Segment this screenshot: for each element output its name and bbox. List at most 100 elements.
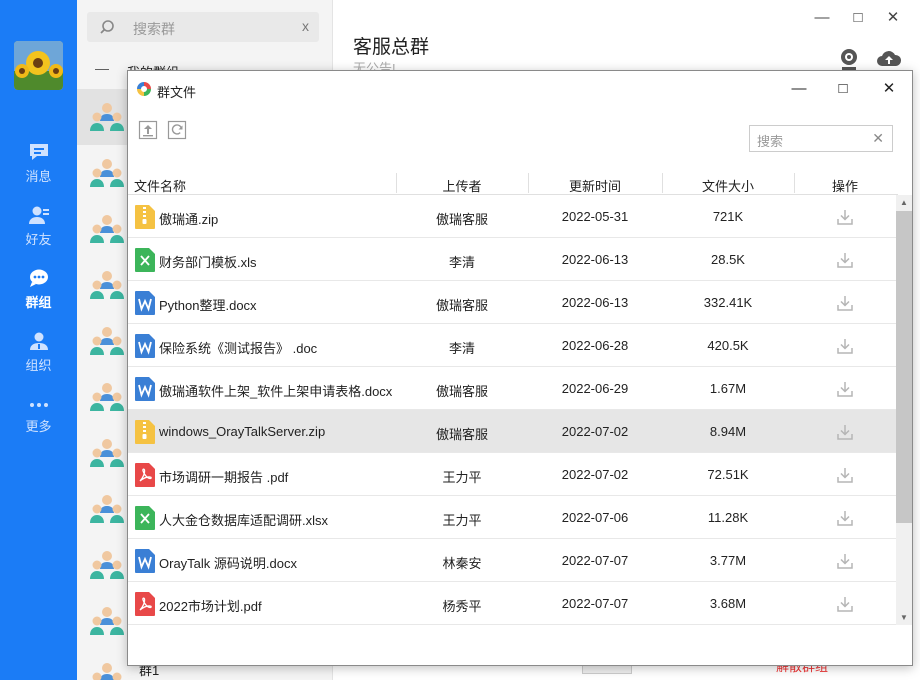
col-action: 操作 — [831, 179, 858, 194]
file-updated: 2022-05-31 — [561, 209, 629, 224]
dialog-close-button[interactable]: ✕ — [878, 80, 900, 98]
file-row[interactable]: windows_OrayTalkServer.zip 傲瑞客服 2022-07-02… — [128, 410, 896, 453]
window-close-button[interactable]: ✕ — [883, 8, 903, 28]
collapse-toggle[interactable]: — — [95, 60, 109, 76]
file-uploader: 傲瑞客服 — [435, 298, 488, 313]
file-name: 市场调研一期报告 .pdf — [159, 470, 289, 485]
pdf-file-icon — [135, 592, 155, 616]
group-search-placeholder: 搜索群 — [133, 21, 175, 37]
file-uploader: 王力平 — [442, 470, 482, 485]
file-search-box[interactable]: 搜索 ✕ — [749, 125, 893, 152]
cloud-upload-icon[interactable] — [876, 48, 902, 70]
file-uploader: 李清 — [448, 255, 475, 270]
dialog-maximize-button[interactable]: □ — [832, 80, 854, 98]
camera-icon[interactable] — [838, 48, 860, 72]
file-updated: 2022-07-02 — [561, 467, 629, 482]
dialog-title: 群文件 — [157, 85, 197, 100]
file-uploader: 杨秀平 — [442, 599, 482, 614]
download-icon[interactable] — [836, 423, 854, 441]
col-size[interactable]: 文件大小 — [662, 176, 794, 195]
col-file-name[interactable]: 文件名称 — [134, 176, 186, 195]
file-name: 保险系统《测试报告》 .doc — [159, 341, 318, 356]
download-icon[interactable] — [836, 294, 854, 312]
file-uploader: 傲瑞客服 — [435, 427, 488, 442]
scroll-down-arrow-icon[interactable]: ▼ — [900, 613, 908, 622]
dialog-titlebar[interactable]: 群文件 — □ ✕ — [128, 71, 912, 107]
dialog-minimize-button[interactable]: — — [788, 80, 810, 98]
window-minimize-button[interactable]: — — [812, 8, 832, 28]
group-search-box[interactable]: 搜索群 x — [87, 12, 319, 42]
excel-file-icon — [135, 506, 155, 530]
download-icon[interactable] — [836, 208, 854, 226]
download-icon[interactable] — [836, 337, 854, 355]
window-maximize-button[interactable]: □ — [848, 8, 868, 28]
file-row[interactable]: 傲瑞通.zip 傲瑞客服 2022-05-31 721K — [128, 195, 896, 238]
file-size: 3.77M — [709, 553, 747, 568]
nav-messages[interactable]: 消息 — [0, 142, 77, 185]
file-updated: 2022-07-06 — [561, 510, 629, 525]
file-row[interactable]: Python整理.docx 傲瑞客服 2022-06-13 332.41K — [128, 281, 896, 324]
search-icon — [100, 20, 114, 34]
file-row[interactable]: OrayTalk 源码说明.docx 林秦安 2022-07-07 3.77M — [128, 539, 896, 582]
file-size: 420.5K — [707, 338, 749, 353]
file-row[interactable]: 财务部门模板.xls 李清 2022-06-13 28.5K — [128, 238, 896, 281]
file-uploader: 林秦安 — [442, 556, 482, 571]
nav-more[interactable]: 更多 — [0, 398, 77, 435]
nav-organization[interactable]: 组织 — [0, 331, 77, 374]
file-uploader: 王力平 — [442, 513, 482, 528]
file-size: 8.94M — [709, 424, 747, 439]
chat-title: 客服总群 — [353, 37, 430, 58]
scroll-up-arrow-icon[interactable]: ▲ — [900, 198, 908, 207]
user-avatar[interactable] — [14, 41, 63, 90]
nav-messages-label: 消息 — [25, 169, 52, 184]
file-updated: 2022-07-02 — [561, 424, 629, 439]
nav-groups[interactable]: 群组 — [0, 268, 77, 311]
group-search-clear[interactable]: x — [302, 18, 309, 34]
file-size: 28.5K — [711, 252, 745, 267]
file-search-clear[interactable]: ✕ — [872, 130, 884, 147]
download-icon[interactable] — [836, 595, 854, 613]
left-nav: 消息 好友 群组 组织 更多 — [0, 0, 77, 680]
file-row[interactable]: 保险系统《测试报告》 .doc 李清 2022-06-28 420.5K — [128, 324, 896, 367]
group-avatar-icon — [90, 271, 124, 299]
download-icon[interactable] — [836, 552, 854, 570]
word-file-icon — [135, 291, 155, 315]
file-list-scrollbar[interactable]: ▲ ▼ — [896, 195, 912, 625]
group-files-dialog: 群文件 — □ ✕ 搜索 ✕ 文件名称 上传者 更新时间 文件大小 操作 傲瑞通… — [127, 70, 913, 666]
nav-friends[interactable]: 好友 — [0, 205, 77, 248]
file-name: 傲瑞通软件上架_软件上架申请表格.docx — [159, 384, 393, 399]
refresh-icon[interactable] — [167, 120, 187, 140]
col-uploader[interactable]: 上传者 — [396, 176, 528, 195]
group-avatar-icon — [90, 103, 124, 131]
download-icon[interactable] — [836, 380, 854, 398]
message-icon — [29, 144, 48, 160]
group-avatar-icon — [90, 607, 124, 635]
download-icon[interactable] — [836, 251, 854, 269]
file-updated: 2022-06-29 — [561, 381, 629, 396]
upload-icon[interactable] — [138, 120, 158, 140]
file-uploader: 傲瑞客服 — [435, 212, 488, 227]
scrollbar-thumb[interactable] — [896, 211, 912, 523]
group-avatar-icon — [92, 663, 122, 680]
download-icon[interactable] — [836, 466, 854, 484]
file-updated: 2022-06-28 — [561, 338, 629, 353]
file-updated: 2022-07-07 — [561, 553, 629, 568]
word-file-icon — [135, 549, 155, 573]
file-updated: 2022-06-13 — [561, 295, 629, 310]
download-icon[interactable] — [836, 509, 854, 527]
organization-icon — [29, 332, 48, 350]
file-name: 人大金仓数据库适配调研.xlsx — [159, 513, 329, 528]
nav-friends-label: 好友 — [25, 232, 52, 247]
file-row[interactable]: 市场调研一期报告 .pdf 王力平 2022-07-02 72.51K — [128, 453, 896, 496]
file-row[interactable]: 人大金仓数据库适配调研.xlsx 王力平 2022-07-06 11.28K — [128, 496, 896, 539]
group-avatar-icon — [90, 495, 124, 523]
file-row[interactable]: 傲瑞通软件上架_软件上架申请表格.docx 傲瑞客服 2022-06-29 1.67M — [128, 367, 896, 410]
nav-organization-label: 组织 — [25, 358, 52, 373]
file-name: 财务部门模板.xls — [159, 255, 257, 270]
file-name: Python整理.docx — [159, 298, 257, 313]
nav-more-label: 更多 — [25, 419, 52, 434]
col-updated[interactable]: 更新时间 — [528, 176, 662, 195]
file-uploader: 李清 — [448, 341, 475, 356]
app-logo-icon — [137, 82, 151, 96]
file-row[interactable]: 2022市场计划.pdf 杨秀平 2022-07-07 3.68M — [128, 582, 896, 625]
